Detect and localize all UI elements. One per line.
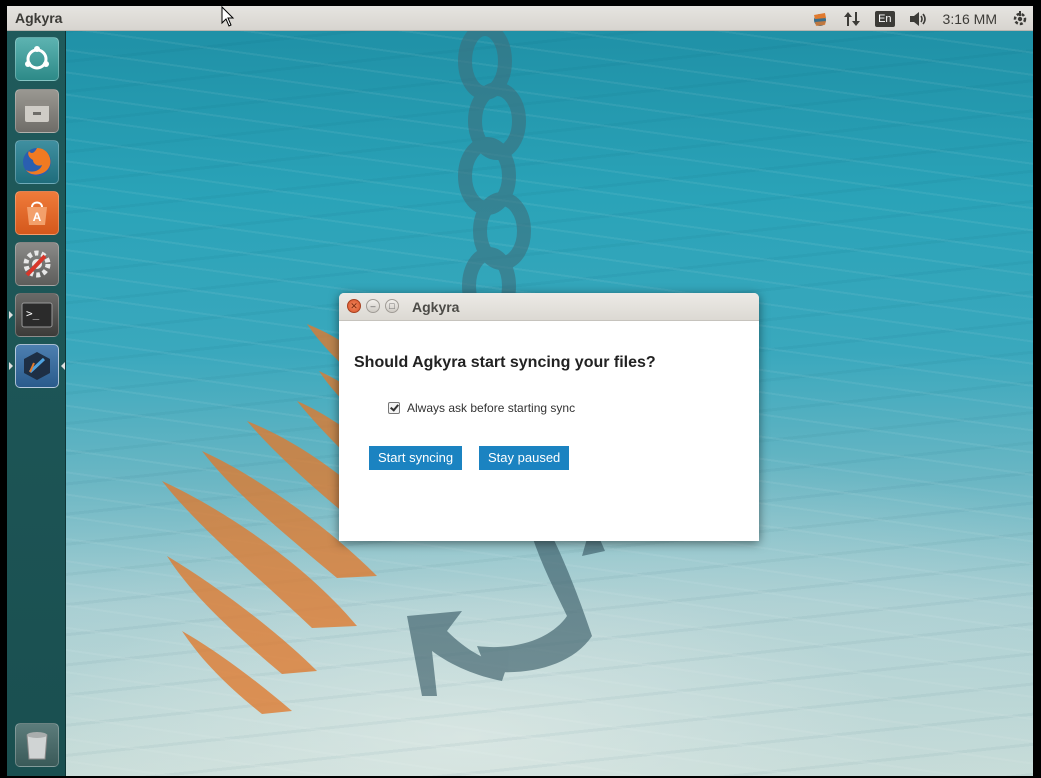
- firefox-icon[interactable]: [15, 140, 59, 184]
- agkyra-tray-icon[interactable]: [811, 10, 829, 28]
- session-gear-icon[interactable]: [1011, 10, 1029, 28]
- terminal-icon[interactable]: >_: [15, 293, 59, 337]
- active-app-title: Agkyra: [15, 10, 63, 26]
- trash-icon[interactable]: [15, 723, 59, 767]
- system-settings-icon[interactable]: [15, 242, 59, 286]
- launcher: A >_: [7, 31, 66, 776]
- top-panel: Agkyra En 3:16 MM: [7, 6, 1033, 31]
- svg-text:A: A: [33, 210, 42, 224]
- ubuntu-dash-icon[interactable]: [15, 37, 59, 81]
- clock[interactable]: 3:16 MM: [943, 11, 997, 27]
- keyboard-layout-icon[interactable]: En: [875, 10, 895, 27]
- always-ask-checkbox[interactable]: [388, 402, 400, 414]
- dialog-question: Should Agkyra start syncing your files?: [354, 354, 656, 371]
- indicator-tray: En 3:16 MM: [811, 6, 1029, 31]
- svg-text:>_: >_: [26, 307, 40, 320]
- dialog-title: Agkyra: [412, 299, 460, 315]
- mouse-cursor-icon: [221, 6, 235, 27]
- stay-paused-button[interactable]: Stay paused: [479, 446, 570, 470]
- agkyra-icon[interactable]: [15, 344, 59, 388]
- agkyra-dialog: ✕ – □ Agkyra Should Agkyra start syncing…: [339, 293, 759, 541]
- desktop-screen: Agkyra En 3:16 MM A >_ ✕ – □ Agkyra Shou…: [7, 6, 1033, 776]
- network-updown-icon[interactable]: [843, 10, 861, 28]
- close-icon[interactable]: ✕: [347, 299, 361, 313]
- files-icon[interactable]: [15, 89, 59, 133]
- always-ask-label[interactable]: Always ask before starting sync: [407, 401, 575, 415]
- volume-icon[interactable]: [909, 10, 929, 28]
- software-center-icon[interactable]: A: [15, 191, 59, 235]
- minimize-icon[interactable]: –: [366, 299, 380, 313]
- always-ask-checkbox-row[interactable]: Always ask before starting sync: [388, 401, 575, 415]
- maximize-icon[interactable]: □: [385, 299, 399, 313]
- start-syncing-button[interactable]: Start syncing: [369, 446, 463, 470]
- dialog-titlebar[interactable]: ✕ – □ Agkyra: [339, 293, 759, 321]
